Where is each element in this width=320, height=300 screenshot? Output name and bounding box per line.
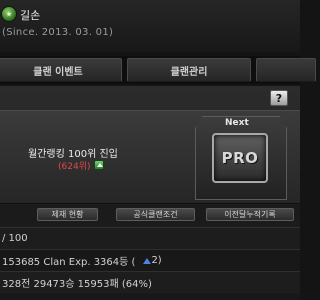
rank-change-row: (624위) — [58, 159, 105, 172]
help-button[interactable]: ? — [270, 90, 288, 106]
battle-record-row: 328전 29473승 15953패 (64%) — [0, 271, 300, 293]
clan-founded-date: (Since. 2013. 03. 01) — [2, 27, 114, 38]
next-tier-label: Next — [225, 118, 249, 128]
clan-rank-badge-icon — [1, 6, 17, 22]
rank-change-text: (624위) — [58, 161, 91, 172]
pro-emblem-icon: PRO — [212, 133, 268, 183]
tab-bar: 클랜 이벤트 클랜관리 — [0, 56, 316, 84]
clan-header: 길손 (Since. 2013. 03. 01) — [0, 0, 300, 52]
clan-exp-text: 153685 Clan Exp. 3364등 ( — [2, 257, 136, 268]
member-count-text: / 100 — [2, 233, 28, 244]
sanction-status-button[interactable]: 제재 현황 — [37, 208, 98, 221]
pro-emblem-text: PRO — [221, 149, 259, 167]
battle-record-text: 328전 29473승 15953패 (64%) — [2, 279, 152, 290]
clan-name: 길손 — [20, 9, 41, 22]
exp-rank-change-text: 2) — [151, 255, 162, 266]
clan-exp-row: 153685 Clan Exp. 3364등 ( 2) — [0, 249, 300, 271]
rank-up-arrow-icon — [143, 257, 152, 264]
tab-clan-event[interactable]: 클랜 이벤트 — [0, 58, 122, 82]
member-count-row: / 100 — [0, 227, 300, 249]
official-clan-conditions-button[interactable]: 공식클랜조건 — [116, 208, 195, 221]
monthly-ranking-title: 월간랭킹 100위 진입 — [28, 149, 118, 160]
rank-up-icon — [94, 160, 105, 170]
tab-more[interactable] — [256, 58, 316, 82]
previous-month-ranking-button[interactable]: 이전달누적기록 — [206, 208, 294, 221]
tab-clan-management[interactable]: 클랜관리 — [127, 58, 251, 82]
